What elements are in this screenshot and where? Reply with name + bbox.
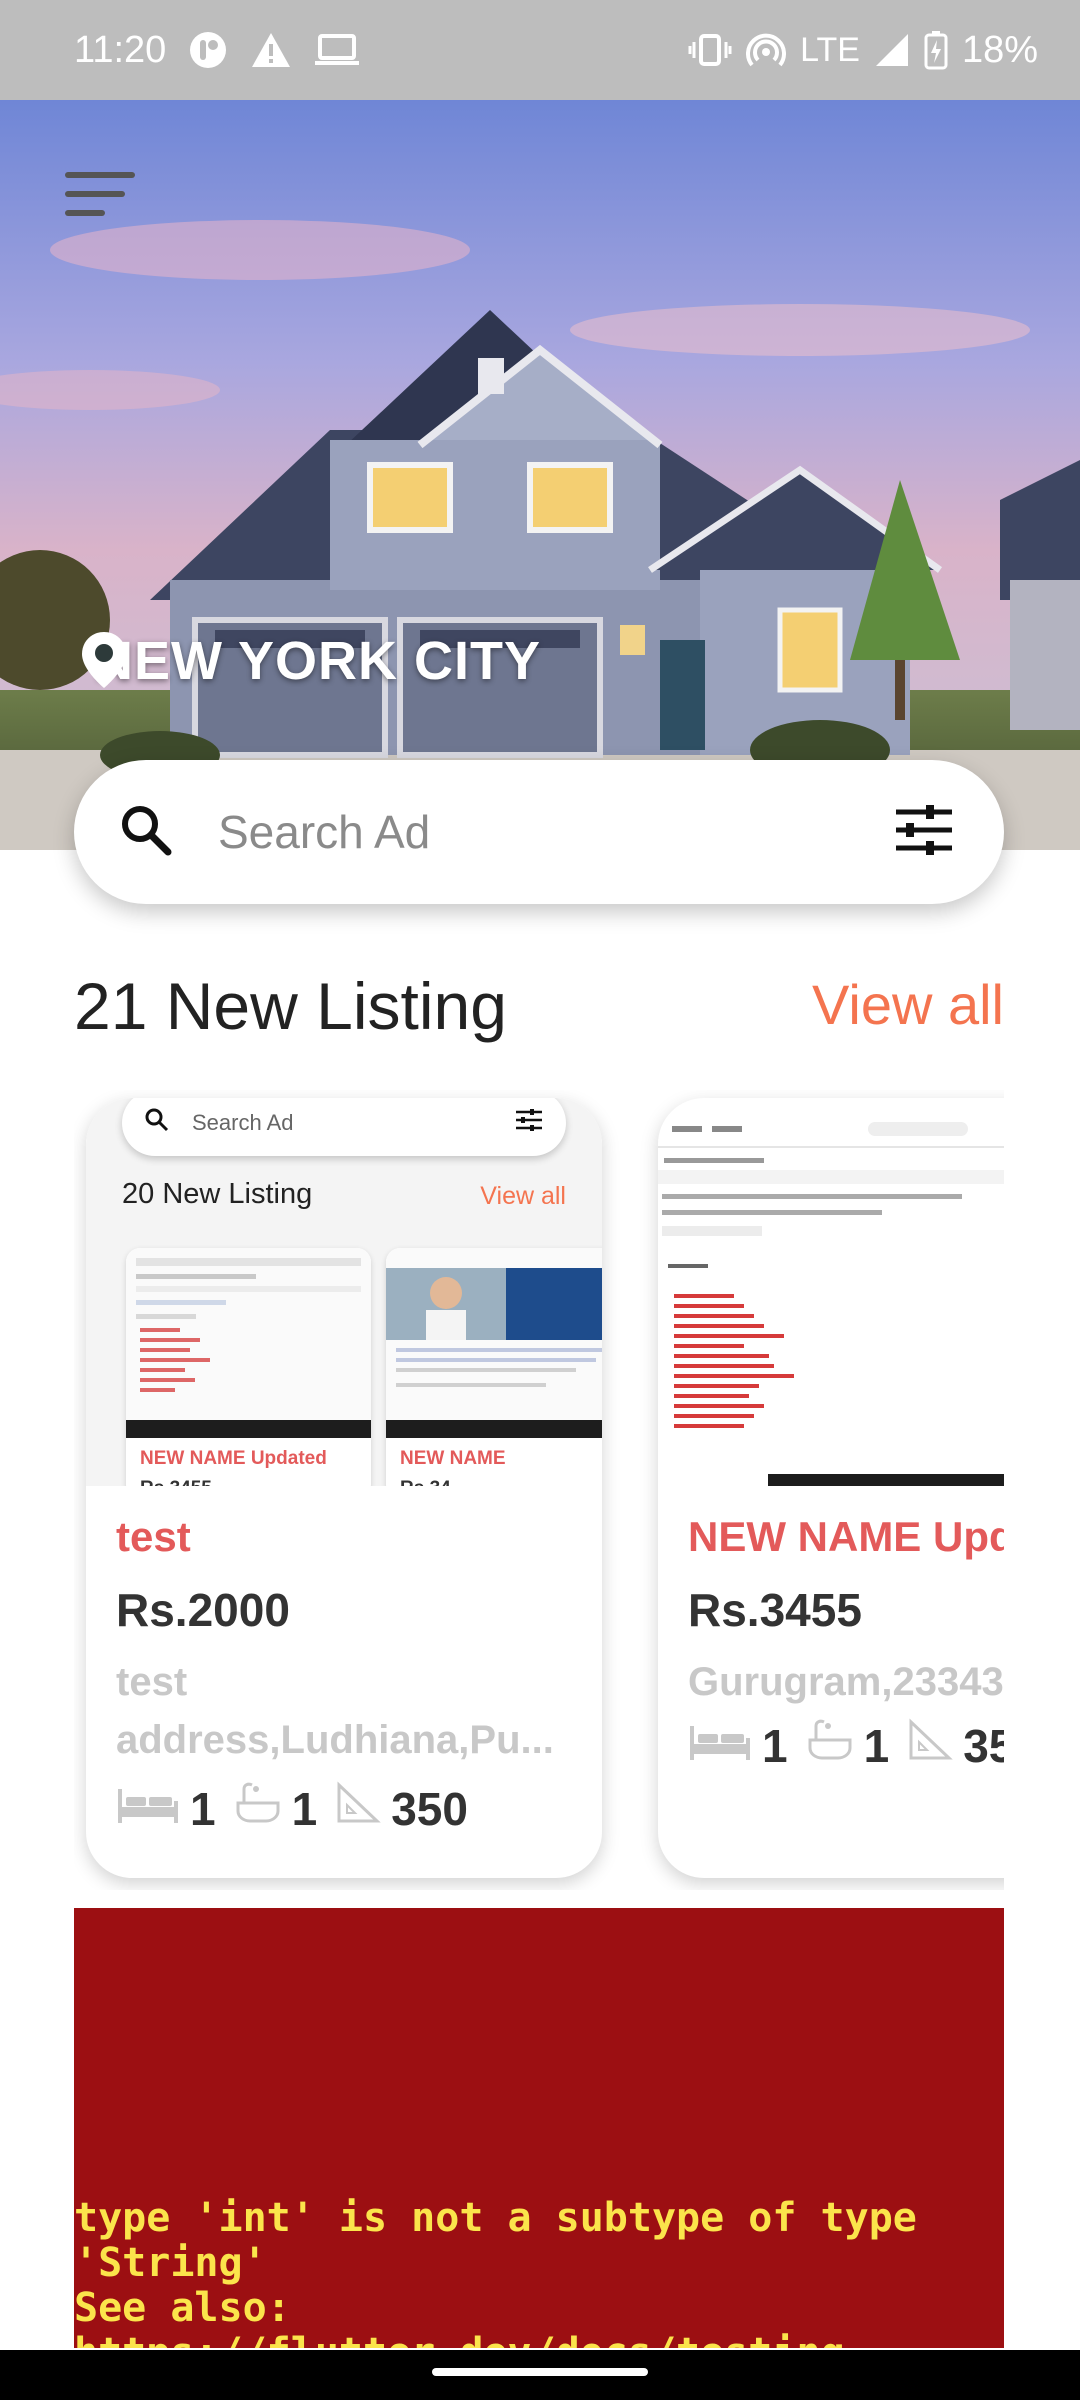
listing-features: 1 1 350 [116,1781,468,1836]
network-type: LTE [800,30,860,69]
hamburger-menu-icon [65,191,125,197]
bathrooms-count: 1 [291,1782,318,1835]
error-widget: type 'int' is not a subtype of type 'Str… [74,1908,1004,2348]
area-value: 350 [391,1782,468,1835]
thumbnail-mini-card: NEW NAME Updated Rs.3455 [126,1248,371,1486]
thumbnail-view-all: View all [480,1182,566,1210]
bathtub-icon [806,1718,854,1773]
thumbnail-card-price: Rs.3455 [140,1478,212,1486]
bedrooms-count: 1 [762,1719,788,1772]
status-bar: 11:20 LTE 18% [0,0,1080,100]
status-time: 11:20 [74,28,167,71]
hero-banner: NEW YORK CITY [0,100,1080,850]
area-feature: 350 [335,1781,468,1836]
warning-icon [250,31,292,69]
area-value: 350 [963,1719,1004,1772]
listing-title: NEW NAME Updated [688,1513,1004,1560]
listing-thumbnail [658,1098,1004,1486]
thumbnail-card-price: Rs.34 [400,1478,451,1486]
bathtub-icon [234,1781,282,1836]
bathrooms-feature: 1 [234,1781,318,1836]
listing-address: Gurugram,233431 [688,1660,1004,1704]
bathrooms-feature: 1 [806,1718,890,1773]
laptop-icon [314,32,360,68]
listing-price: Rs.2000 [116,1584,290,1636]
hotspot-icon [746,30,787,70]
signal-icon [874,32,910,68]
listing-card[interactable]: Search Ad 20 New Listing View all NEW NA… [86,1098,602,1878]
battery-charging-icon [924,30,948,70]
navigation-bar [0,2350,1080,2400]
home-gesture-handle[interactable] [432,2368,648,2376]
thumbnail-section-title: 20 New Listing [122,1178,313,1210]
filter-sliders-icon[interactable] [892,802,956,863]
listing-price: Rs.3455 [688,1584,862,1636]
search-input[interactable] [218,805,892,859]
search-icon [144,1107,170,1139]
app-notification-icon [188,30,228,70]
listing-section-title: 21 New Listing [74,969,507,1043]
screenshot-thumbnail [386,1248,602,1438]
bed-icon [688,1719,752,1773]
view-all-link[interactable]: View all [812,972,1004,1037]
listing-thumbnail: Search Ad 20 New Listing View all NEW NA… [86,1098,602,1486]
area-ruler-icon [907,1718,953,1773]
location-selector[interactable]: NEW YORK CITY [80,630,541,692]
screenshot-thumbnail [658,1098,1004,1486]
area-ruler-icon [335,1781,381,1836]
listing-title: test [116,1513,191,1560]
bedrooms-feature: 1 [688,1719,788,1773]
menu-button[interactable] [60,164,140,224]
bathrooms-count: 1 [863,1719,890,1772]
house-photo [0,100,1080,850]
listing-features: 1 1 350 [688,1718,1004,1773]
hamburger-menu-icon [65,172,135,178]
listing-address: test address,Ludhiana,Pu... [116,1660,554,1762]
filter-sliders-icon [514,1107,544,1139]
hamburger-menu-icon [65,210,105,216]
thumbnail-search-placeholder: Search Ad [192,1110,294,1135]
error-message: type 'int' is not a subtype of type 'Str… [74,2195,917,2349]
bedrooms-count: 1 [190,1782,216,1835]
listing-card[interactable]: NEW NAME Updated Rs.3455 Gurugram,233431… [658,1098,1004,1878]
area-feature: 350 [907,1718,1004,1773]
bed-icon [116,1782,180,1836]
search-icon[interactable] [118,802,174,863]
thumbnail-search-bar: Search Ad [122,1098,566,1156]
location-name: NEW YORK CITY [94,631,542,691]
screenshot-thumbnail [126,1248,371,1438]
thumbnail-card-title: NEW NAME [400,1448,506,1469]
search-bar[interactable] [74,760,1004,904]
battery-level: 18% [961,28,1038,71]
bedrooms-feature: 1 [116,1782,216,1836]
listing-carousel[interactable]: Search Ad 20 New Listing View all NEW NA… [74,1090,1004,1890]
thumbnail-card-title: NEW NAME Updated [140,1448,327,1469]
thumbnail-mini-card: NEW NAME Rs.34 [386,1248,602,1486]
vibrate-icon [688,32,732,68]
